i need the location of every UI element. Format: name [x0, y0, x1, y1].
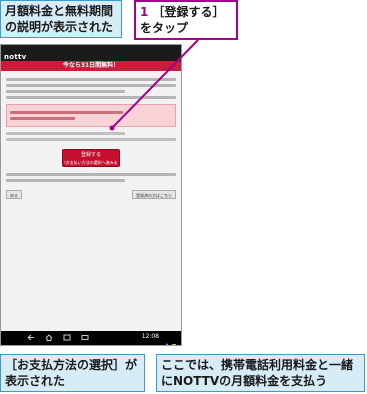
wifi-icon [163, 334, 177, 345]
note-line [6, 132, 125, 135]
callout-payment-method-shown: ［お支払方法の選択］が表示された [0, 354, 145, 392]
page-content: 登録する (お支払い方法の選択へ進みます) 戻る 登録済の方はこちら [1, 71, 181, 204]
callout-description-shown: 月額料金と無料期間の説明が表示された [0, 0, 122, 38]
nottv-logo: nottv [4, 53, 27, 61]
home-nav-icon[interactable] [45, 334, 53, 341]
callout-description-text: 月額料金と無料期間の説明が表示された [5, 4, 114, 34]
info-line [10, 117, 75, 120]
register-button-sublabel: (お支払い方法の選択へ進みます) [64, 160, 118, 172]
callout-step-tap-register: 1 ［登録する］をタップ [134, 0, 238, 40]
back-button[interactable]: 戻る [6, 190, 22, 199]
text-line [6, 84, 176, 87]
text-line [6, 78, 176, 81]
text-line [6, 90, 125, 93]
text-line [6, 173, 176, 176]
recent-apps-nav-icon[interactable] [63, 334, 71, 341]
step-number: 1 [140, 5, 149, 19]
callout-payment-text: ［お支払方法の選択］が表示された [5, 358, 138, 388]
register-button[interactable]: 登録する (お支払い方法の選択へ進みます) [62, 149, 120, 172]
free-trial-banner: 今なら31日間無料！ [1, 61, 181, 71]
info-line [10, 111, 124, 114]
screenshot-icon[interactable] [81, 334, 89, 341]
tablet-screen: nottv 今なら31日間無料！ 登録する (お支払い方法の選択へ進みます) 戻… [0, 44, 182, 346]
status-clock: 12:08 [141, 333, 159, 340]
browser-top-bar [1, 45, 181, 55]
notes [6, 132, 176, 141]
text-line [6, 179, 125, 182]
android-nav-bar: 12:08 [1, 331, 181, 345]
callout-billing-note: ここでは、携帯電話利用料金と一緒にNOTTVの月額料金を支払う [156, 354, 365, 392]
already-registered-button[interactable]: 登録済の方はこちら [132, 190, 176, 199]
back-nav-icon[interactable] [27, 334, 35, 341]
register-button-label: 登録する [80, 152, 101, 158]
callout-billing-text: ここでは、携帯電話利用料金と一緒にNOTTVの月額料金を支払う [161, 358, 354, 388]
bottom-button-row: 戻る 登録済の方はこちら [6, 190, 176, 200]
step-instruction: ［登録する］をタップ [140, 5, 225, 35]
text-line [6, 96, 176, 99]
note-line [6, 138, 176, 141]
logo-row: nottv [1, 53, 181, 61]
plan-info-box [6, 104, 176, 127]
